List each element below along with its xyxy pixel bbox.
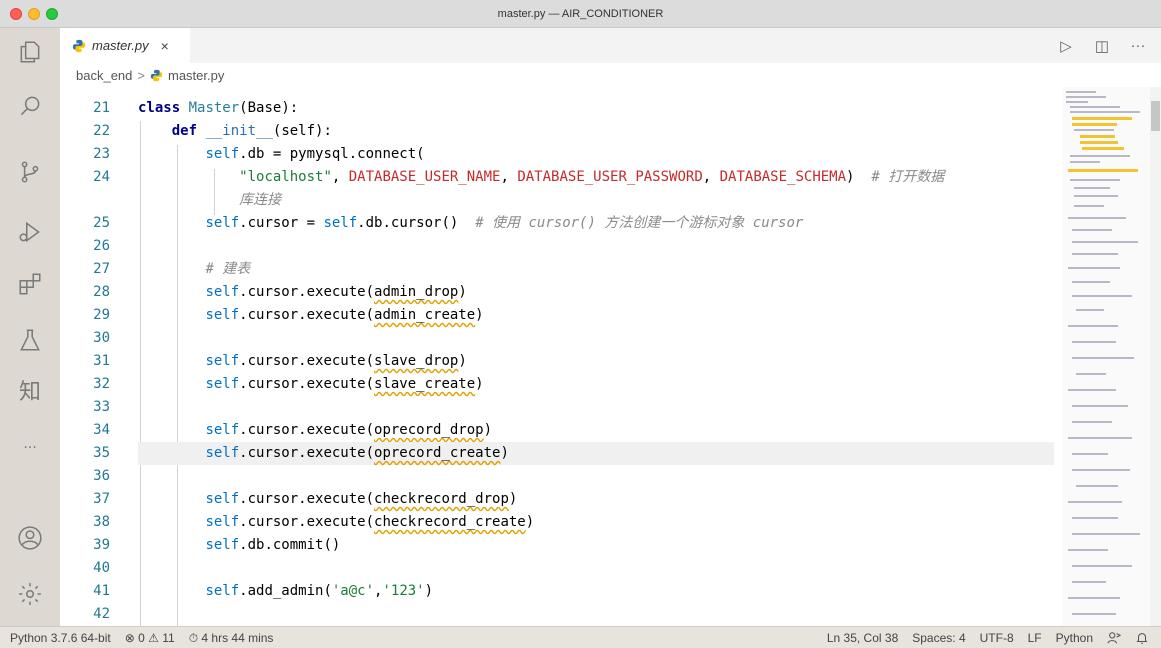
code-line: 22 def __init__(self): [93, 123, 332, 139]
more-icon[interactable]: ··· [14, 432, 46, 464]
more-actions-icon[interactable]: ··· [1129, 37, 1147, 55]
code-line: 31 self.cursor.execute(slave_drop) [93, 353, 467, 369]
breadcrumb-folder[interactable]: back_end [76, 68, 132, 83]
code-line: 39 self.db.commit() [93, 537, 341, 553]
breadcrumb-separator: > [137, 67, 145, 83]
code-line: 36 [93, 468, 110, 484]
code-line: 23 self.db = pymysql.connect( [93, 146, 425, 162]
code-line: 21 class Master(Base): [93, 100, 299, 116]
run-python-icon[interactable]: ▷ [1057, 37, 1075, 55]
code-line: 30 [93, 330, 110, 346]
bell-icon[interactable] [1135, 631, 1149, 648]
title-bar: master.py — AIR_CONDITIONER [0, 0, 1161, 28]
close-tab-icon[interactable]: × [161, 38, 169, 54]
language-mode[interactable]: Python [1056, 631, 1093, 648]
feedback-icon[interactable] [1107, 631, 1122, 648]
split-editor-icon[interactable]: ◫ [1093, 37, 1111, 55]
code-line: 34 self.cursor.execute(oprecord_drop) [93, 422, 493, 438]
code-line: 27 # 建表 [93, 261, 251, 277]
python-file-icon [72, 39, 86, 52]
editor-actions: ▷ ◫ ··· [1057, 37, 1147, 55]
account-icon[interactable] [14, 522, 46, 554]
settings-gear-icon[interactable] [14, 578, 46, 610]
explorer-icon[interactable] [14, 36, 46, 68]
code-line: 28 self.cursor.execute(admin_drop) [93, 284, 467, 300]
indentation[interactable]: Spaces: 4 [912, 631, 965, 648]
code-line: 42 [93, 606, 110, 622]
code-line: 26 [93, 238, 110, 254]
status-bar: Python 3.7.6 64-bit ⊗ 0 ⚠ 11 ⏱ 4 hrs 44 … [0, 626, 1161, 648]
end-of-line[interactable]: LF [1028, 631, 1042, 648]
tab-master-py[interactable]: master.py × [60, 28, 190, 63]
extensions-icon[interactable] [14, 268, 46, 300]
code-line: 37 self.cursor.execute(checkrecord_drop) [93, 491, 518, 507]
code-line: 38 self.cursor.execute(checkrecord_creat… [93, 514, 535, 530]
code-line: 32 self.cursor.execute(slave_create) [93, 376, 484, 392]
code-line: 29 self.cursor.execute(admin_create) [93, 307, 484, 323]
cursor-position[interactable]: Ln 35, Col 38 [827, 631, 898, 648]
code-line: 40 [93, 560, 110, 576]
zhihu-icon[interactable]: 知 [14, 374, 46, 406]
code-editor[interactable]: 21 class Master(Base): 22 def __init__(se… [60, 87, 1062, 626]
activity-bar: 知 ··· [0, 28, 60, 626]
tab-label: master.py [92, 38, 149, 53]
source-control-icon[interactable] [14, 156, 46, 188]
python-interpreter[interactable]: Python 3.7.6 64-bit [10, 631, 111, 646]
tab-bar: master.py × ▷ ◫ ··· [60, 28, 1161, 63]
code-line: 33 [93, 399, 110, 415]
breadcrumb: back_end > master.py [60, 63, 1161, 87]
time-tracker[interactable]: ⏱ 4 hrs 44 mins [189, 631, 274, 646]
scrollbar-thumb[interactable] [1151, 101, 1160, 131]
breadcrumb-file[interactable]: master.py [168, 68, 224, 83]
encoding[interactable]: UTF-8 [980, 631, 1014, 648]
search-icon[interactable] [14, 90, 46, 122]
code-line: 24 "localhost", DATABASE_USER_NAME, DATA… [93, 169, 945, 185]
code-line-current: 35 self.cursor.execute(oprecord_create) [60, 442, 1062, 465]
vertical-scrollbar[interactable] [1150, 87, 1161, 626]
code-line: 库连接 [239, 192, 282, 208]
problems-indicator[interactable]: ⊗ 0 ⚠ 11 [125, 631, 175, 646]
code-line: 41 self.add_admin('a@c','123') [93, 583, 434, 599]
run-debug-icon[interactable] [14, 216, 46, 248]
window-title: master.py — AIR_CONDITIONER [497, 8, 664, 20]
testing-icon[interactable] [14, 324, 46, 356]
python-file-icon [150, 69, 163, 81]
code-line: 25 self.cursor = self.db.cursor() # 使用 c… [93, 215, 804, 231]
minimap[interactable] [1062, 87, 1150, 626]
